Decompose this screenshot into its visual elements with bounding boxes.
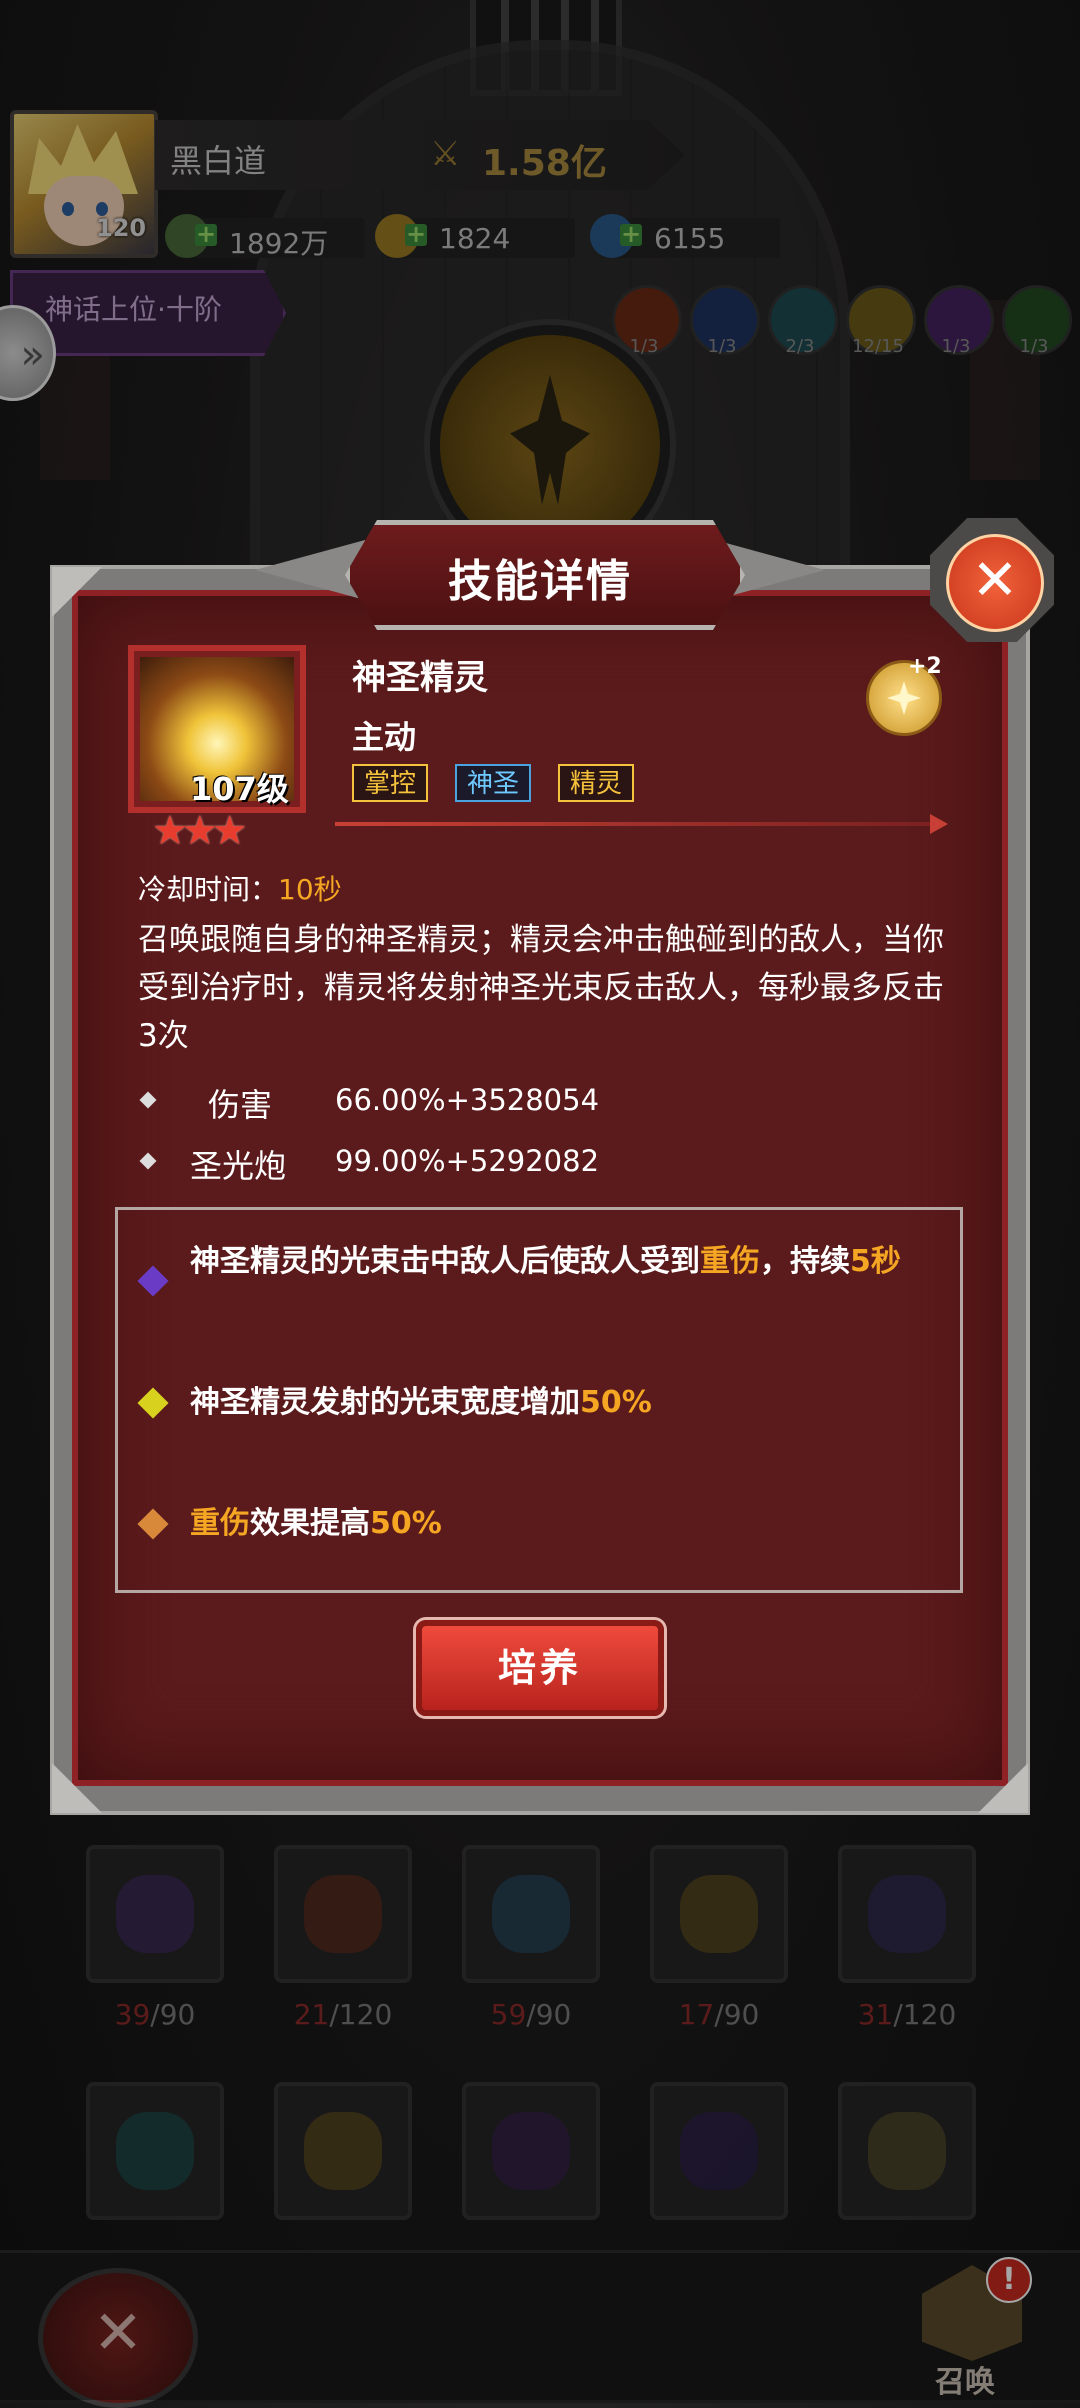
tag-holy: 神圣 [455, 764, 532, 802]
trait-item: 神圣精灵发射的光束宽度增加50% [190, 1385, 652, 1420]
tag-spirit: 精灵 [558, 764, 635, 802]
close-icon[interactable]: ✕ [946, 534, 1044, 632]
trait-item: 神圣精灵的光束击中敌人后使敌人受到重伤，持续5秒 [190, 1244, 901, 1279]
trait-item: 重伤效果提高50% [190, 1506, 442, 1541]
star-rating: ★★★ [152, 808, 248, 854]
divider-arrow [335, 822, 940, 826]
arrow-head-icon [930, 814, 948, 834]
cooldown: 冷却时间：10秒 [138, 873, 342, 906]
stat-label: 伤害 [208, 1086, 273, 1124]
modal-title: 技能详情 [448, 556, 632, 607]
nurture-button[interactable]: 培养 [416, 1620, 664, 1716]
badge-plus: +2 [908, 654, 942, 679]
stat-value: 99.00%+5292082 [335, 1144, 600, 1178]
skill-name: 神圣精灵 [352, 658, 488, 698]
tag-control: 掌控 [352, 764, 429, 802]
skill-type: 主动 [352, 718, 417, 756]
skill-level: 107级 [190, 770, 289, 808]
stat-value: 66.00%+3528054 [335, 1083, 600, 1117]
skill-description: 召唤跟随自身的神圣精灵；精灵会冲击触碰到的敌人，当你受到治疗时，精灵将发射神圣光… [138, 922, 944, 1054]
stat-label: 圣光炮 [190, 1147, 287, 1185]
